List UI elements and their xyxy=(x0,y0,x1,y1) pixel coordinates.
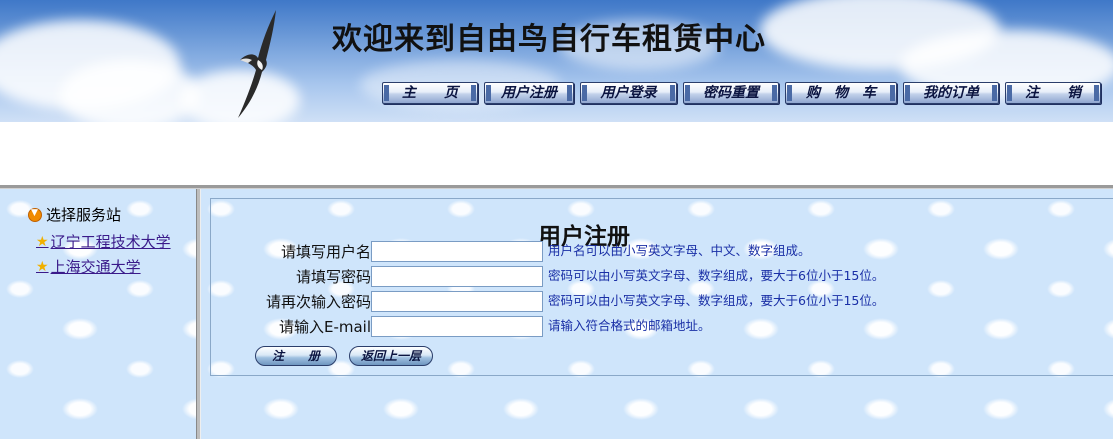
star-icon: ★ xyxy=(36,233,49,250)
sidebar-heading-label: 选择服务站 xyxy=(46,206,122,224)
nav-logout-button[interactable]: 注 销 xyxy=(1005,82,1101,104)
seagull-image xyxy=(238,10,276,118)
main-content: 用户注册 请填写用户名 用户名可以由小写英文字母、中文、数字组成。 请填写密码 … xyxy=(201,189,1113,439)
password-label: 请填写密码 xyxy=(295,268,371,286)
password-hint: 密码可以由小写英文字母、数字组成，要大于6位小于15位。 xyxy=(548,268,885,283)
username-input[interactable] xyxy=(371,241,543,262)
username-row: 请填写用户名 xyxy=(211,241,371,263)
confirm-password-hint: 密码可以由小写英文字母、数字组成，要大于6位小于15位。 xyxy=(548,293,885,308)
password-input[interactable] xyxy=(371,266,543,287)
username-hint: 用户名可以由小写英文字母、中文、数字组成。 xyxy=(548,243,811,258)
back-button[interactable]: 返回上一层 xyxy=(349,346,433,366)
sidebar-link-shanghai-jiaotong[interactable]: ★ 上海交通大学 xyxy=(36,256,141,277)
sidebar: 选择服务站 ★ 辽宁工程技术大学 ★ 上海交通大学 xyxy=(0,189,196,439)
site-title: 欢迎来到自由鸟自行车租赁中心 xyxy=(332,22,766,57)
email-hint: 请输入符合格式的邮箱地址。 xyxy=(548,318,711,333)
star-icon: ★ xyxy=(36,258,49,275)
password-row: 请填写密码 xyxy=(211,266,371,288)
sidebar-link-label[interactable]: 辽宁工程技术大学 xyxy=(51,231,171,252)
nav-cart-button[interactable]: 购 物 车 xyxy=(785,82,897,104)
confirm-password-label: 请再次输入密码 xyxy=(265,293,371,311)
email-input[interactable] xyxy=(371,316,543,337)
username-label: 请填写用户名 xyxy=(280,243,371,261)
nav-orders-button[interactable]: 我的订单 xyxy=(903,82,999,104)
sidebar-link-liaoning-tech[interactable]: ★ 辽宁工程技术大学 xyxy=(36,231,171,252)
nav-password-reset-button[interactable]: 密码重置 xyxy=(683,82,779,104)
nav-register-button[interactable]: 用户注册 xyxy=(484,82,574,104)
header-banner: 欢迎来到自由鸟自行车租赁中心 主 页 用户注册 用户登录 密码重置 购 物 车 … xyxy=(0,0,1113,122)
sidebar-link-label[interactable]: 上海交通大学 xyxy=(51,256,141,277)
nav-login-button[interactable]: 用户登录 xyxy=(580,82,677,104)
confirm-password-row: 请再次输入密码 xyxy=(211,291,371,313)
orange-down-arrow-icon xyxy=(28,207,42,222)
register-submit-button[interactable]: 注 册 xyxy=(255,346,337,366)
nav-home-button[interactable]: 主 页 xyxy=(382,82,478,104)
email-label: 请输入E-mail xyxy=(278,318,371,336)
register-form-panel: 用户注册 请填写用户名 用户名可以由小写英文字母、中文、数字组成。 请填写密码 … xyxy=(210,198,1113,376)
email-row: 请输入E-mail xyxy=(211,316,371,338)
sidebar-heading: 选择服务站 xyxy=(28,204,121,225)
confirm-password-input[interactable] xyxy=(371,291,543,312)
